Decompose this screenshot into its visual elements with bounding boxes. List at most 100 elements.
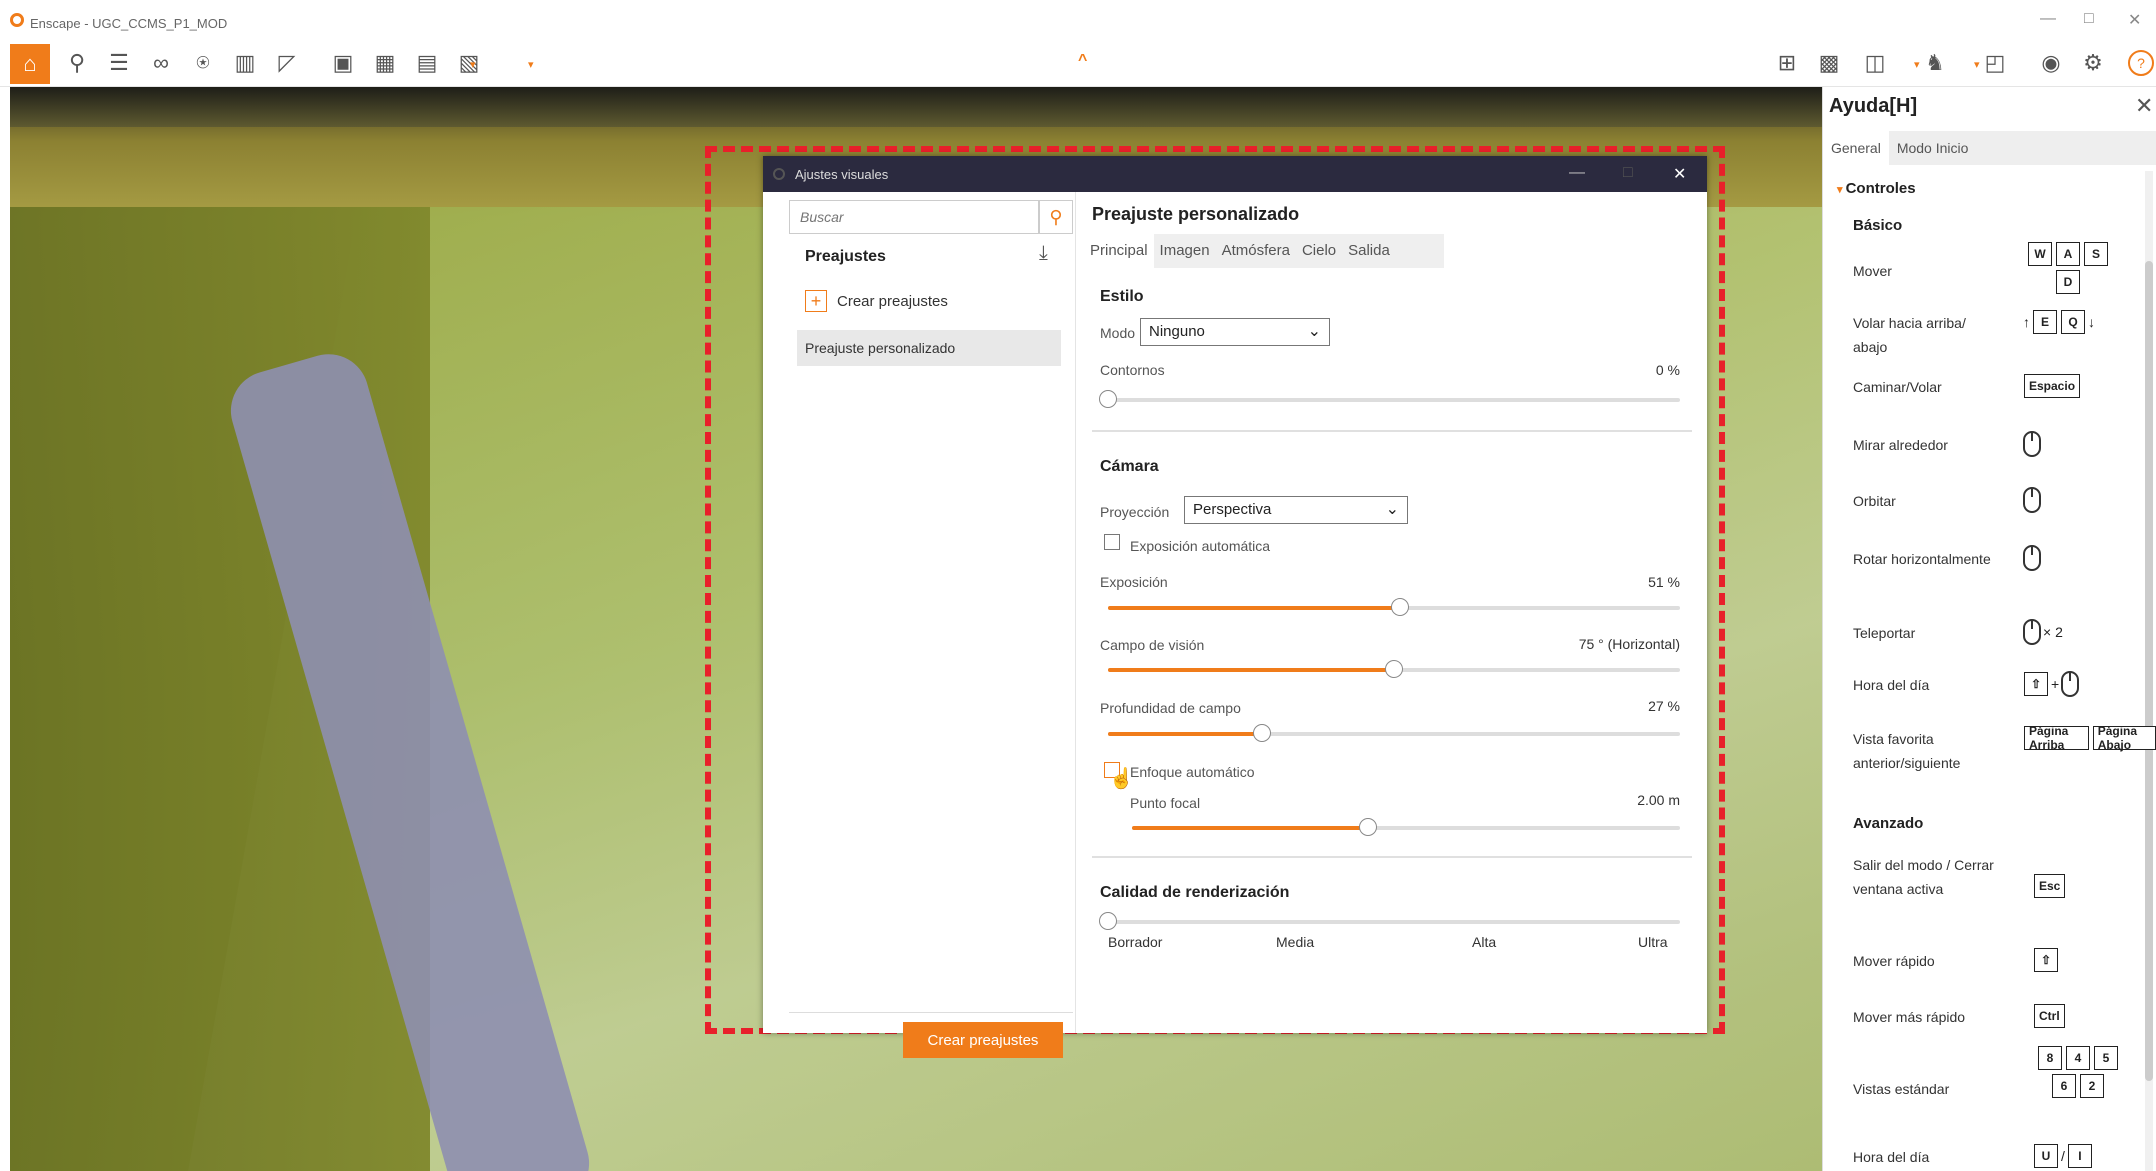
help-scrollbar[interactable] <box>2145 171 2153 1171</box>
exposure-label: Exposición <box>1100 574 1168 590</box>
focal-point-label: Punto focal <box>1130 795 1201 811</box>
projection-select[interactable]: Perspectiva ⌄ <box>1184 496 1408 524</box>
help-row-label: Salir del modo / Cerrar ventana activa <box>1853 857 1994 897</box>
fov-slider-thumb[interactable] <box>1385 660 1403 678</box>
fov-slider[interactable] <box>1108 660 1680 678</box>
sections-icon[interactable]: ◸ <box>270 48 304 78</box>
focal-point-value: 2.00 m <box>1637 792 1680 808</box>
focal-point-slider-fill <box>1132 826 1368 830</box>
projection-label: Proyección <box>1100 504 1170 520</box>
preset-settings-panel: Preajuste personalizado Principal Imagen… <box>1076 192 1707 1033</box>
import-preset-icon[interactable]: ⤓ <box>1039 242 1048 265</box>
contours-value: 0 % <box>1655 362 1680 378</box>
focal-point-slider-thumb[interactable] <box>1358 818 1377 836</box>
bim-icon[interactable]: ☰ <box>102 48 136 78</box>
help-scrollbar-thumb[interactable] <box>2145 261 2153 1081</box>
render-quality-slider-thumb[interactable] <box>1099 912 1117 930</box>
key-cap: W <box>2028 242 2052 266</box>
video-export-dropdown-caret[interactable]: ▾ <box>470 58 476 71</box>
help-row-label: Mover rápido <box>1853 953 1935 969</box>
visual-settings-dialog: Ajustes visuales — □ ✕ ⚲ Preajustes ⤓ + … <box>763 156 1707 1058</box>
dialog-minimize-button[interactable]: — <box>1569 164 1585 182</box>
create-preset-link[interactable]: + Crear preajustes <box>805 290 948 312</box>
dialog-restore-button[interactable]: □ <box>1623 164 1633 182</box>
preset-list-item[interactable]: Preajuste personalizado <box>797 330 1061 366</box>
shortcut-keys: WASD <box>2023 241 2113 295</box>
shortcut-keys <box>2023 545 2041 571</box>
export-panorama-icon[interactable]: ▦ <box>368 48 402 78</box>
exposure-slider[interactable] <box>1108 598 1680 616</box>
vr-icon[interactable]: ◰ <box>1978 48 2012 78</box>
basic-header: Básico <box>1853 217 1903 234</box>
image-icon[interactable]: ▩ <box>1812 48 1846 78</box>
fov-label: Campo de visión <box>1100 637 1205 653</box>
contours-slider[interactable] <box>1099 390 1680 408</box>
binoculars-icon[interactable]: ∞ <box>144 48 178 78</box>
key-cap: Página Arriba <box>2024 724 2089 752</box>
app-titlebar: Enscape - UGC_CCMS_P1_MOD — □ ✕ <box>0 0 2156 40</box>
tab-imagen[interactable]: Imagen <box>1154 234 1216 268</box>
shortcut-keys: ↑ E Q ↓ <box>2023 309 2095 335</box>
people-icon[interactable]: ♞ <box>1918 48 1952 78</box>
export-image-icon[interactable]: ▣ <box>326 48 360 78</box>
controls-header[interactable]: ▾ Controles <box>1837 180 1916 197</box>
divider <box>1092 430 1692 432</box>
search-input[interactable] <box>789 200 1039 234</box>
mode-select-value: Ninguno <box>1149 323 1205 340</box>
auto-exposure-checkbox[interactable] <box>1104 534 1120 550</box>
tab-atmosfera[interactable]: Atmósfera <box>1216 234 1296 268</box>
help-row-label: Rotar horizontalmente <box>1853 551 1991 567</box>
help-row-label: Caminar/Volar <box>1853 379 1942 395</box>
collapse-toolbar-caret[interactable]: ^ <box>1078 52 1087 70</box>
dof-value: 27 % <box>1648 698 1680 714</box>
key-cap: E <box>2033 310 2057 334</box>
export-exe-icon[interactable]: ▧ <box>452 48 486 78</box>
tab-cielo[interactable]: Cielo <box>1296 234 1342 268</box>
export-video-icon[interactable]: ▤ <box>410 48 444 78</box>
gear-icon[interactable]: ⚙ <box>2076 48 2110 78</box>
restore-button[interactable]: □ <box>2084 10 2094 28</box>
render-quality-slider[interactable] <box>1099 912 1680 930</box>
orbit-icon[interactable]: ⍟ <box>186 48 220 78</box>
style-section-header: Estilo <box>1100 288 1144 305</box>
autofocus-label: Enfoque automático <box>1130 764 1255 780</box>
search-button[interactable]: ⚲ <box>1039 200 1073 234</box>
focal-point-slider[interactable] <box>1132 818 1680 836</box>
create-preset-button[interactable]: Crear preajustes <box>903 1022 1063 1058</box>
dialog-close-button[interactable]: ✕ <box>1673 164 1686 184</box>
box-icon[interactable]: ◫ <box>1858 48 1892 78</box>
mode-select[interactable]: Ninguno ⌄ <box>1140 318 1330 346</box>
map-icon[interactable]: ⊞ <box>1770 48 1804 78</box>
box-dropdown-caret[interactable]: ▾ <box>1914 58 1920 71</box>
pin-icon[interactable]: ⚲ <box>60 48 94 78</box>
help-close-button[interactable]: ✕ <box>2135 93 2153 119</box>
help-tab-start-mode[interactable]: Modo Inicio <box>1889 131 1977 165</box>
presets-header: Preajustes <box>805 248 886 265</box>
dialog-titlebar[interactable]: Ajustes visuales — □ ✕ <box>763 156 1707 192</box>
tab-salida[interactable]: Salida <box>1342 234 1396 268</box>
exposure-slider-thumb[interactable] <box>1390 598 1409 616</box>
exe-export-dropdown-caret[interactable]: ▾ <box>528 58 534 71</box>
chevron-down-icon: ⌄ <box>1307 323 1321 340</box>
chevron-down-icon: ⌄ <box>1385 501 1399 518</box>
mouse-icon <box>2023 619 2041 645</box>
close-button[interactable]: ✕ <box>2128 10 2141 30</box>
building-icon[interactable]: ▥ <box>228 48 262 78</box>
key-cap: 5 <box>2094 1046 2118 1070</box>
contours-slider-thumb[interactable] <box>1099 390 1117 408</box>
key-cap: ⇧ <box>2034 948 2058 972</box>
help-tab-general[interactable]: General <box>1823 131 1889 165</box>
dof-slider[interactable] <box>1108 724 1680 742</box>
help-button[interactable]: ? <box>2128 50 2154 76</box>
key-cap: A <box>2056 242 2080 266</box>
fov-slider-fill <box>1108 668 1394 672</box>
tab-principal[interactable]: Principal <box>1084 234 1154 268</box>
minimize-button[interactable]: — <box>2040 10 2056 28</box>
render-quality-section-header: Calidad de renderización <box>1100 884 1290 901</box>
eye-icon[interactable]: ◉ <box>2034 48 2068 78</box>
dof-slider-thumb[interactable] <box>1253 724 1272 742</box>
home-button[interactable]: ⌂ <box>10 44 50 84</box>
divider <box>789 1012 1073 1013</box>
people-dropdown-caret[interactable]: ▾ <box>1974 58 1980 71</box>
shortcut-keys: Espacio <box>2023 373 2081 399</box>
